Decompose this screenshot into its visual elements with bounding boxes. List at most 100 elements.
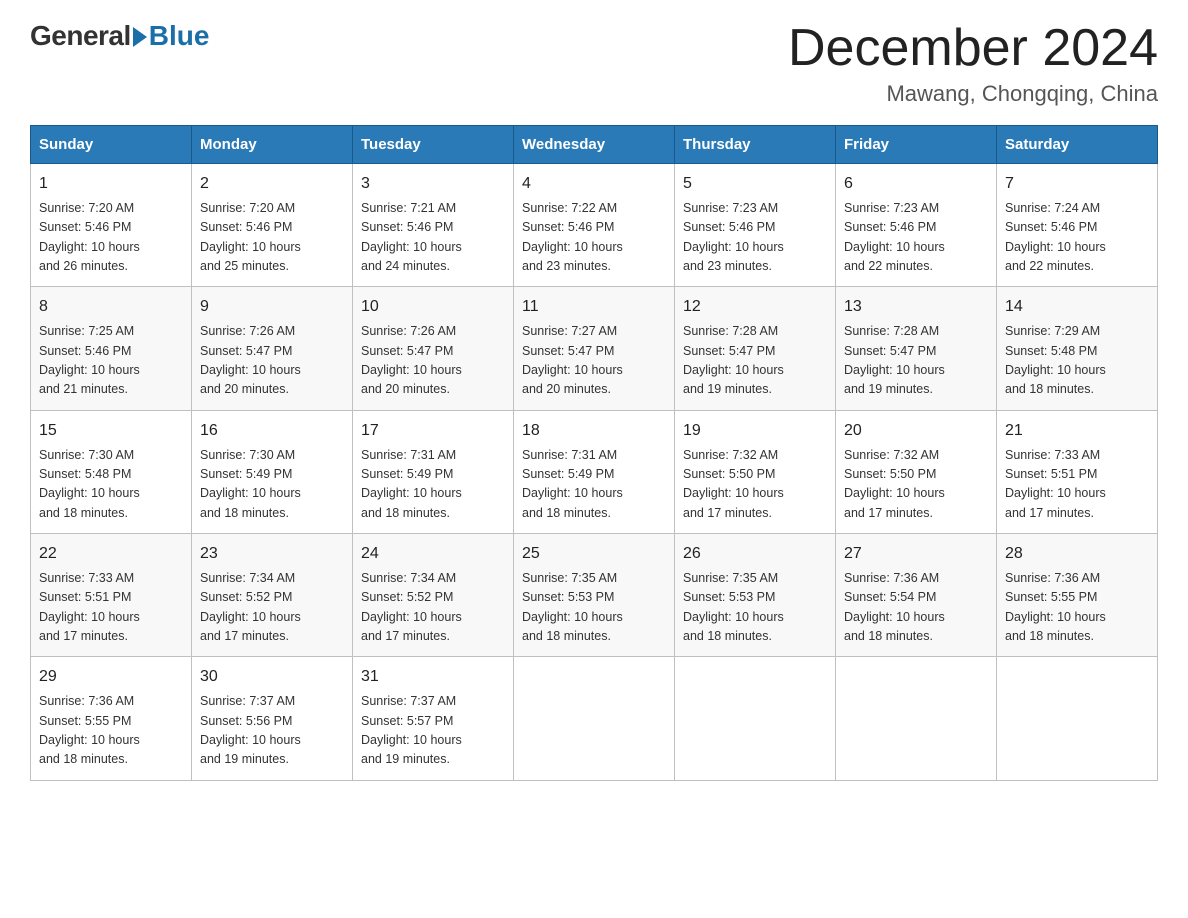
calendar-cell	[836, 657, 997, 780]
day-number: 19	[683, 419, 827, 444]
day-info: Sunrise: 7:26 AMSunset: 5:47 PMDaylight:…	[200, 324, 301, 396]
day-number: 17	[361, 419, 505, 444]
day-info: Sunrise: 7:28 AMSunset: 5:47 PMDaylight:…	[844, 324, 945, 396]
logo-arrow-icon	[133, 27, 147, 47]
col-monday: Monday	[192, 126, 353, 164]
calendar-cell: 2 Sunrise: 7:20 AMSunset: 5:46 PMDayligh…	[192, 164, 353, 287]
day-info: Sunrise: 7:37 AMSunset: 5:56 PMDaylight:…	[200, 694, 301, 766]
calendar-cell: 18 Sunrise: 7:31 AMSunset: 5:49 PMDaylig…	[514, 410, 675, 533]
calendar-cell	[997, 657, 1158, 780]
logo-general-text: General	[30, 20, 131, 52]
calendar-cell: 27 Sunrise: 7:36 AMSunset: 5:54 PMDaylig…	[836, 534, 997, 657]
calendar-cell: 13 Sunrise: 7:28 AMSunset: 5:47 PMDaylig…	[836, 287, 997, 410]
calendar-table: Sunday Monday Tuesday Wednesday Thursday…	[30, 125, 1158, 780]
day-info: Sunrise: 7:31 AMSunset: 5:49 PMDaylight:…	[522, 448, 623, 520]
day-info: Sunrise: 7:26 AMSunset: 5:47 PMDaylight:…	[361, 324, 462, 396]
page-header: General Blue December 2024 Mawang, Chong…	[30, 20, 1158, 107]
day-info: Sunrise: 7:33 AMSunset: 5:51 PMDaylight:…	[1005, 448, 1106, 520]
day-number: 9	[200, 295, 344, 320]
day-number: 18	[522, 419, 666, 444]
day-info: Sunrise: 7:34 AMSunset: 5:52 PMDaylight:…	[200, 571, 301, 643]
calendar-cell: 11 Sunrise: 7:27 AMSunset: 5:47 PMDaylig…	[514, 287, 675, 410]
col-saturday: Saturday	[997, 126, 1158, 164]
calendar-week-3: 15 Sunrise: 7:30 AMSunset: 5:48 PMDaylig…	[31, 410, 1158, 533]
day-number: 6	[844, 172, 988, 197]
day-number: 29	[39, 665, 183, 690]
calendar-cell: 1 Sunrise: 7:20 AMSunset: 5:46 PMDayligh…	[31, 164, 192, 287]
calendar-cell: 21 Sunrise: 7:33 AMSunset: 5:51 PMDaylig…	[997, 410, 1158, 533]
day-info: Sunrise: 7:36 AMSunset: 5:55 PMDaylight:…	[39, 694, 140, 766]
day-number: 11	[522, 295, 666, 320]
calendar-cell: 9 Sunrise: 7:26 AMSunset: 5:47 PMDayligh…	[192, 287, 353, 410]
col-friday: Friday	[836, 126, 997, 164]
day-number: 10	[361, 295, 505, 320]
header-row: Sunday Monday Tuesday Wednesday Thursday…	[31, 126, 1158, 164]
calendar-cell: 10 Sunrise: 7:26 AMSunset: 5:47 PMDaylig…	[353, 287, 514, 410]
day-number: 23	[200, 542, 344, 567]
calendar-cell: 5 Sunrise: 7:23 AMSunset: 5:46 PMDayligh…	[675, 164, 836, 287]
logo-blue-text: Blue	[149, 20, 210, 52]
day-info: Sunrise: 7:35 AMSunset: 5:53 PMDaylight:…	[683, 571, 784, 643]
calendar-cell: 16 Sunrise: 7:30 AMSunset: 5:49 PMDaylig…	[192, 410, 353, 533]
calendar-week-1: 1 Sunrise: 7:20 AMSunset: 5:46 PMDayligh…	[31, 164, 1158, 287]
calendar-cell: 28 Sunrise: 7:36 AMSunset: 5:55 PMDaylig…	[997, 534, 1158, 657]
day-number: 16	[200, 419, 344, 444]
calendar-week-2: 8 Sunrise: 7:25 AMSunset: 5:46 PMDayligh…	[31, 287, 1158, 410]
day-number: 13	[844, 295, 988, 320]
col-wednesday: Wednesday	[514, 126, 675, 164]
col-tuesday: Tuesday	[353, 126, 514, 164]
day-number: 3	[361, 172, 505, 197]
day-number: 25	[522, 542, 666, 567]
day-number: 21	[1005, 419, 1149, 444]
calendar-cell: 7 Sunrise: 7:24 AMSunset: 5:46 PMDayligh…	[997, 164, 1158, 287]
day-info: Sunrise: 7:20 AMSunset: 5:46 PMDaylight:…	[200, 201, 301, 273]
day-number: 14	[1005, 295, 1149, 320]
day-info: Sunrise: 7:30 AMSunset: 5:49 PMDaylight:…	[200, 448, 301, 520]
day-number: 20	[844, 419, 988, 444]
day-number: 28	[1005, 542, 1149, 567]
day-info: Sunrise: 7:21 AMSunset: 5:46 PMDaylight:…	[361, 201, 462, 273]
day-number: 5	[683, 172, 827, 197]
calendar-cell: 23 Sunrise: 7:34 AMSunset: 5:52 PMDaylig…	[192, 534, 353, 657]
calendar-cell: 31 Sunrise: 7:37 AMSunset: 5:57 PMDaylig…	[353, 657, 514, 780]
logo: General Blue	[30, 20, 209, 52]
day-number: 26	[683, 542, 827, 567]
month-title: December 2024	[788, 20, 1158, 77]
location-subtitle: Mawang, Chongqing, China	[788, 81, 1158, 107]
calendar-week-4: 22 Sunrise: 7:33 AMSunset: 5:51 PMDaylig…	[31, 534, 1158, 657]
col-sunday: Sunday	[31, 126, 192, 164]
calendar-cell: 6 Sunrise: 7:23 AMSunset: 5:46 PMDayligh…	[836, 164, 997, 287]
day-info: Sunrise: 7:29 AMSunset: 5:48 PMDaylight:…	[1005, 324, 1106, 396]
calendar-cell: 25 Sunrise: 7:35 AMSunset: 5:53 PMDaylig…	[514, 534, 675, 657]
day-info: Sunrise: 7:37 AMSunset: 5:57 PMDaylight:…	[361, 694, 462, 766]
day-number: 1	[39, 172, 183, 197]
calendar-cell: 12 Sunrise: 7:28 AMSunset: 5:47 PMDaylig…	[675, 287, 836, 410]
day-info: Sunrise: 7:36 AMSunset: 5:54 PMDaylight:…	[844, 571, 945, 643]
calendar-cell: 4 Sunrise: 7:22 AMSunset: 5:46 PMDayligh…	[514, 164, 675, 287]
day-number: 15	[39, 419, 183, 444]
calendar-cell: 26 Sunrise: 7:35 AMSunset: 5:53 PMDaylig…	[675, 534, 836, 657]
title-block: December 2024 Mawang, Chongqing, China	[788, 20, 1158, 107]
day-info: Sunrise: 7:20 AMSunset: 5:46 PMDaylight:…	[39, 201, 140, 273]
calendar-cell: 15 Sunrise: 7:30 AMSunset: 5:48 PMDaylig…	[31, 410, 192, 533]
calendar-week-5: 29 Sunrise: 7:36 AMSunset: 5:55 PMDaylig…	[31, 657, 1158, 780]
day-info: Sunrise: 7:32 AMSunset: 5:50 PMDaylight:…	[683, 448, 784, 520]
calendar-cell: 22 Sunrise: 7:33 AMSunset: 5:51 PMDaylig…	[31, 534, 192, 657]
day-number: 30	[200, 665, 344, 690]
day-info: Sunrise: 7:34 AMSunset: 5:52 PMDaylight:…	[361, 571, 462, 643]
day-info: Sunrise: 7:23 AMSunset: 5:46 PMDaylight:…	[683, 201, 784, 273]
calendar-body: 1 Sunrise: 7:20 AMSunset: 5:46 PMDayligh…	[31, 164, 1158, 780]
calendar-cell: 17 Sunrise: 7:31 AMSunset: 5:49 PMDaylig…	[353, 410, 514, 533]
calendar-cell: 14 Sunrise: 7:29 AMSunset: 5:48 PMDaylig…	[997, 287, 1158, 410]
day-info: Sunrise: 7:30 AMSunset: 5:48 PMDaylight:…	[39, 448, 140, 520]
day-number: 8	[39, 295, 183, 320]
day-number: 27	[844, 542, 988, 567]
calendar-header: Sunday Monday Tuesday Wednesday Thursday…	[31, 126, 1158, 164]
calendar-cell: 8 Sunrise: 7:25 AMSunset: 5:46 PMDayligh…	[31, 287, 192, 410]
calendar-cell: 30 Sunrise: 7:37 AMSunset: 5:56 PMDaylig…	[192, 657, 353, 780]
col-thursday: Thursday	[675, 126, 836, 164]
day-info: Sunrise: 7:22 AMSunset: 5:46 PMDaylight:…	[522, 201, 623, 273]
day-info: Sunrise: 7:31 AMSunset: 5:49 PMDaylight:…	[361, 448, 462, 520]
calendar-cell	[514, 657, 675, 780]
day-info: Sunrise: 7:27 AMSunset: 5:47 PMDaylight:…	[522, 324, 623, 396]
